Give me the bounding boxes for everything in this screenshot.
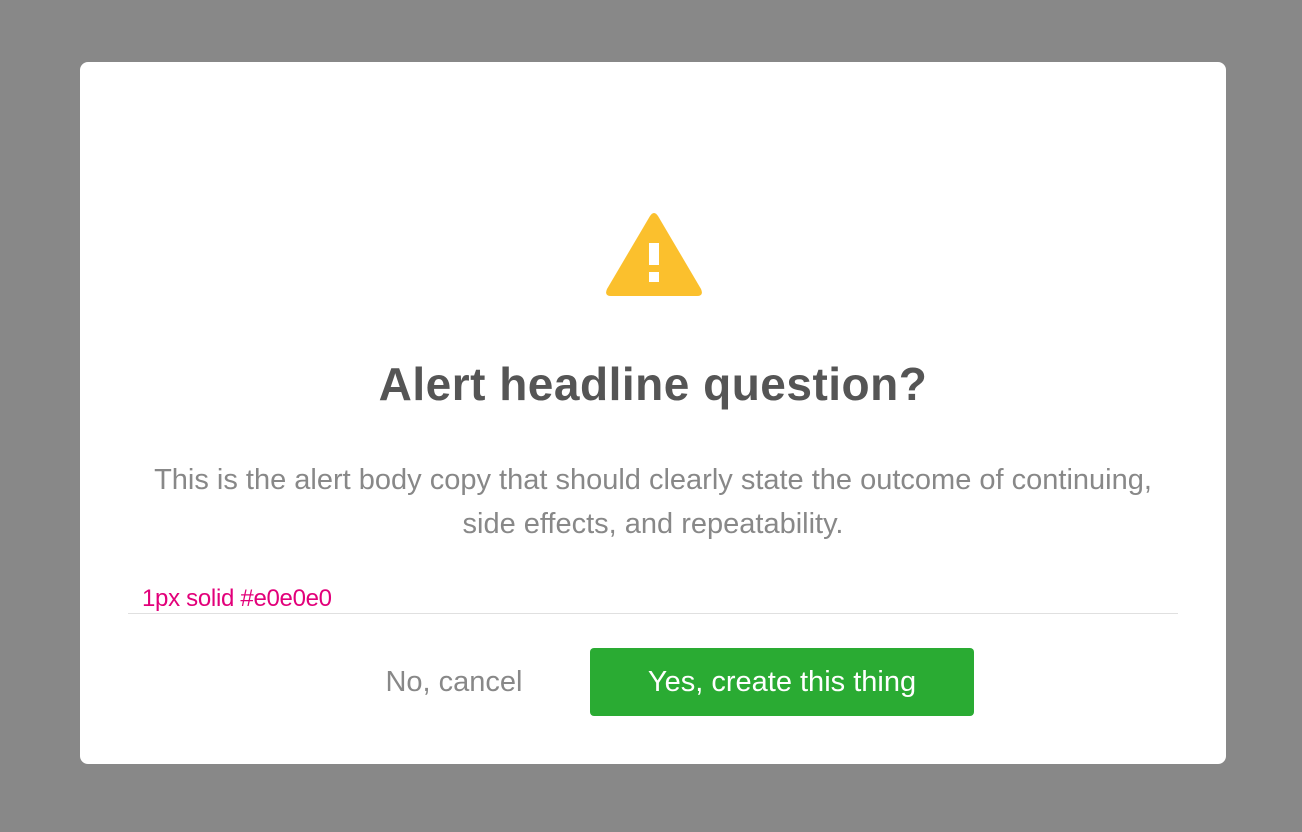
- actions-divider: [128, 613, 1178, 614]
- alert-headline: Alert headline question?: [378, 358, 928, 410]
- confirm-button[interactable]: Yes, create this thing: [590, 648, 974, 716]
- alert-body-copy: This is the alert body copy that should …: [154, 464, 1152, 540]
- alert-dialog: Alert headline question? This is the ale…: [80, 62, 1226, 764]
- cancel-button[interactable]: No, cancel: [366, 648, 542, 716]
- divider-annotation: 1px solid #e0e0e0: [142, 585, 332, 612]
- warning-icon: [606, 213, 702, 296]
